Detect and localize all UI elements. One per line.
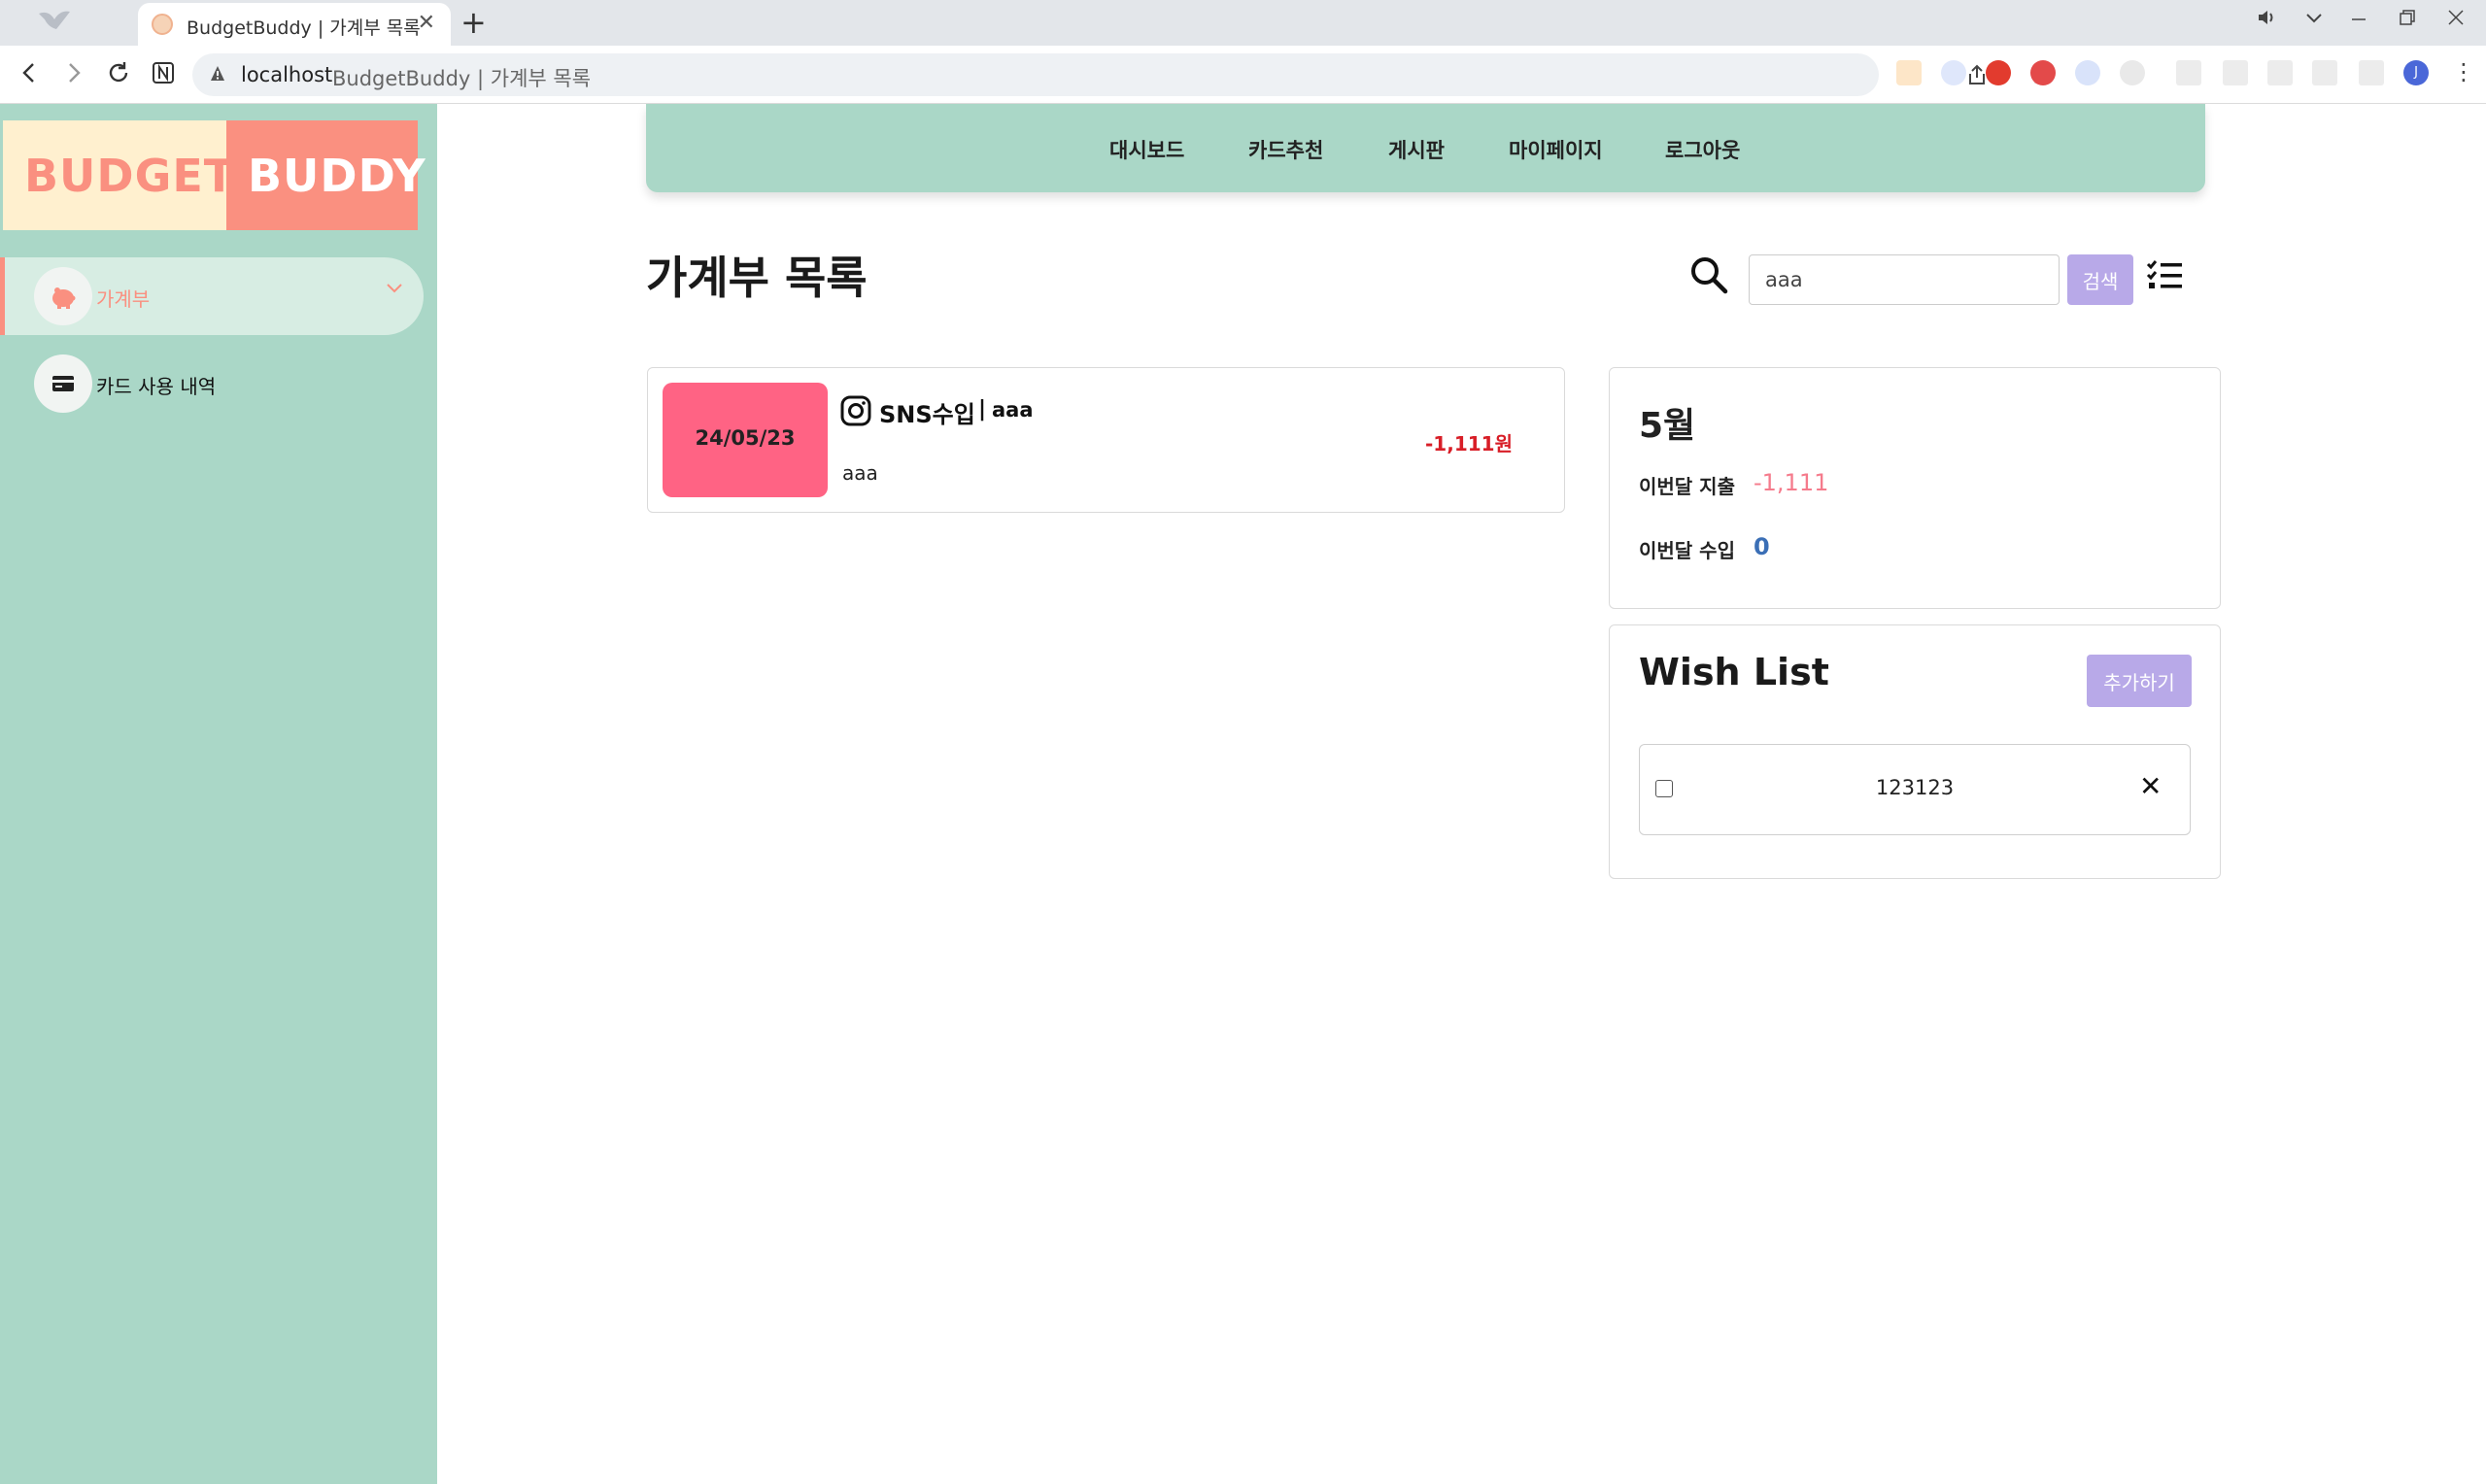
extension-layout-icon[interactable]	[1896, 60, 1922, 85]
nav-logout[interactable]: 로그아웃	[1665, 135, 1740, 164]
nav-card-recommend[interactable]: 카드추천	[1248, 135, 1323, 164]
entry-amount: -1,111원	[1425, 432, 1513, 455]
browser-tab-active[interactable]: BudgetBuddy | 가계부 목록 ✕	[138, 3, 451, 46]
ledger-entry-card[interactable]: 24/05/23 SNS수입 | aaa aaa -1,111원	[647, 367, 1565, 513]
extensions-puzzle-icon[interactable]	[2120, 60, 2145, 85]
nav-board[interactable]: 게시판	[1388, 135, 1445, 164]
wish-list-card: Wish List 추가하기 123123 ✕	[1609, 624, 2221, 879]
browser-menu-icon[interactable]: ⋮	[2452, 59, 2475, 84]
entry-separator: |	[978, 397, 987, 422]
sidebar-item-label: 카드 사용 내역	[96, 375, 217, 398]
top-navigation: 대시보드 카드추천 게시판 마이페이지 로그아웃	[646, 104, 2205, 192]
expense-label: 이번달 지출	[1639, 475, 1735, 498]
nav-dashboard[interactable]: 대시보드	[1109, 135, 1184, 164]
search-input[interactable]	[1749, 254, 2060, 305]
reading-list-icon[interactable]	[2176, 60, 2201, 85]
tab-title: BudgetBuddy | 가계부 목록	[187, 17, 421, 39]
back-icon[interactable]	[16, 59, 43, 93]
extension-translate-icon[interactable]	[1941, 60, 1966, 85]
income-label: 이번달 수입	[1639, 539, 1735, 562]
forward-icon[interactable]	[60, 59, 87, 93]
extension-sync-icon[interactable]	[2075, 60, 2100, 85]
entry-category: SNS수입	[879, 401, 975, 428]
tab-close-icon[interactable]: ✕	[418, 11, 435, 35]
wish-list-item: 123123 ✕	[1639, 744, 2191, 835]
wish-item-text: 123123	[1875, 776, 1955, 799]
entry-date-badge: 24/05/23	[663, 383, 828, 497]
download-icon[interactable]	[2223, 60, 2248, 85]
entry-memo: aaa	[842, 461, 878, 485]
credit-card-icon	[34, 354, 92, 413]
wish-item-delete-icon[interactable]: ✕	[2139, 770, 2162, 802]
entry-date: 24/05/23	[695, 426, 796, 450]
site-info-icon[interactable]	[210, 65, 225, 83]
logo-budget[interactable]: BUDGET	[3, 120, 234, 230]
logo-left-text: BUDGET	[24, 150, 236, 202]
chevron-down-icon[interactable]	[384, 277, 405, 304]
logo-right-text: BUDDY	[248, 150, 426, 202]
new-tab-button[interactable]: +	[460, 5, 487, 40]
sidebar-item-card-history[interactable]: 카드 사용 내역	[0, 345, 424, 422]
close-window-icon[interactable]	[2444, 6, 2468, 35]
wish-list-title: Wish List	[1639, 651, 1829, 693]
extension-block-icon[interactable]	[1986, 60, 2011, 85]
entry-title: aaa	[992, 398, 1034, 422]
url-host: localhost	[241, 63, 333, 86]
speaker-icon[interactable]	[2256, 6, 2279, 35]
minimize-icon[interactable]	[2347, 6, 2370, 35]
address-bar-row: localhost BudgetBuddy | 가계부 목록 J ⋮	[0, 46, 2486, 104]
reload-icon[interactable]	[105, 59, 132, 93]
month-title: 5월	[1639, 406, 1696, 446]
sidebar-item-ledger[interactable]: 가계부	[0, 257, 424, 335]
url-page-title: BudgetBuddy | 가계부 목록	[332, 67, 592, 90]
tab-search-chevron-icon[interactable]	[2302, 6, 2326, 35]
sidebar: BUDGET BUDDY 가계부 카드 사용 내역	[0, 104, 437, 1484]
search-icon[interactable]	[1688, 254, 1729, 295]
profile-avatar[interactable]: J	[2403, 60, 2429, 85]
expense-value: -1,111	[1754, 469, 1829, 496]
notion-extension-icon[interactable]	[150, 59, 177, 93]
window-logo-icon	[35, 6, 74, 39]
income-value: 0	[1754, 533, 1770, 560]
search-button[interactable]: 검색	[2067, 254, 2133, 305]
piggy-bank-icon	[34, 267, 92, 325]
media-icon[interactable]	[2267, 60, 2293, 85]
url-field[interactable]: localhost BudgetBuddy | 가계부 목록	[192, 53, 2051, 96]
restore-icon[interactable]	[2396, 6, 2419, 35]
browser-tab-bar: BudgetBuddy | 가계부 목록 ✕ +	[0, 0, 2486, 46]
share-icon[interactable]	[1966, 64, 1988, 89]
month-summary-card: 5월 이번달 지출 -1,111 이번달 수입 0	[1609, 367, 2221, 609]
logo-buddy[interactable]: BUDDY	[226, 120, 426, 230]
instagram-icon	[840, 395, 871, 426]
screenshot-icon[interactable]	[2312, 60, 2337, 85]
checklist-icon[interactable]	[2145, 256, 2184, 295]
add-wish-button[interactable]: 추가하기	[2087, 655, 2192, 707]
page-title: 가계부 목록	[646, 252, 868, 304]
nav-mypage[interactable]: 마이페이지	[1509, 135, 1603, 164]
side-panel-icon[interactable]	[2359, 60, 2384, 85]
adblock-plus-icon[interactable]	[2030, 60, 2056, 85]
favicon-icon	[152, 14, 173, 35]
sidebar-item-label: 가계부	[96, 287, 151, 311]
